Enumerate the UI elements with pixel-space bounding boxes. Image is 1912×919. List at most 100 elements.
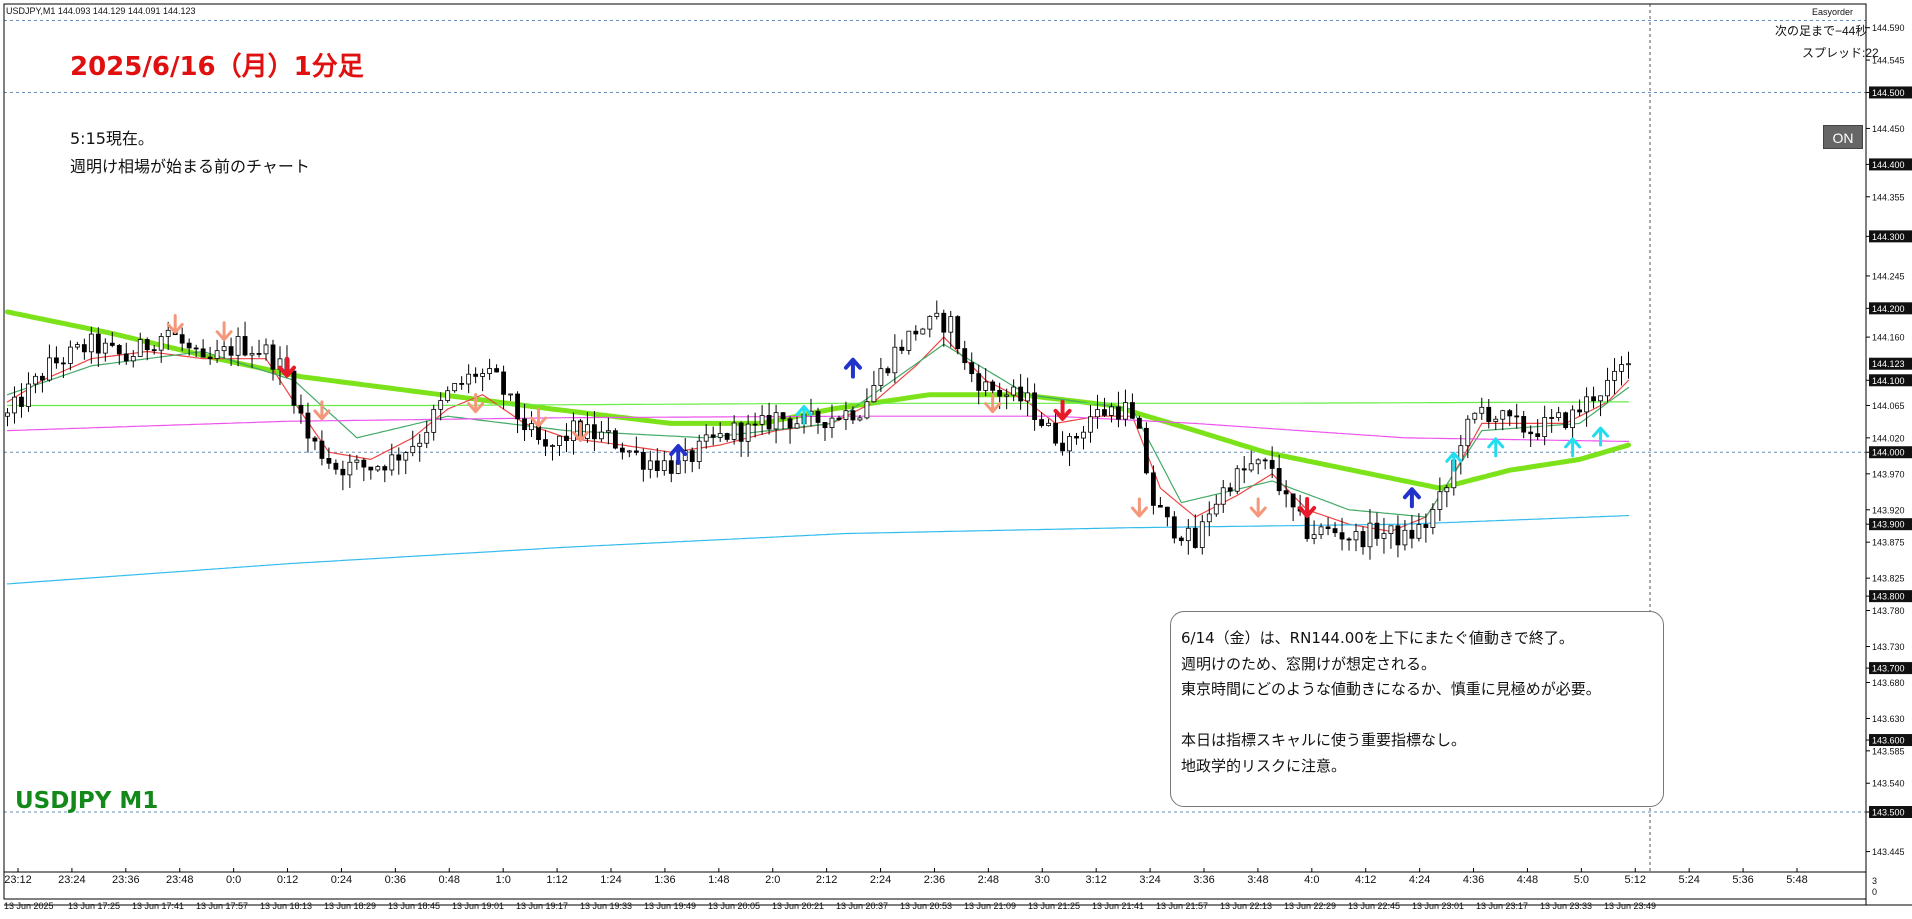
price-tick-label: 144.245 — [1872, 271, 1905, 281]
candle-body — [1074, 436, 1079, 439]
time-label: 5:24 — [1678, 874, 1699, 886]
time-label: 5:36 — [1732, 874, 1753, 886]
candle-body — [347, 461, 353, 476]
candle-body — [522, 418, 527, 431]
candle-body — [354, 459, 360, 463]
candle-body — [361, 459, 367, 468]
date-label: 13 Jun 2025 — [4, 901, 54, 911]
signal-arrow-up — [1592, 426, 1610, 447]
time-label: 0:24 — [331, 874, 352, 886]
candle-body — [962, 348, 968, 364]
time-label: 0:12 — [277, 874, 298, 886]
date-label: 13 Jun 21:09 — [964, 901, 1016, 911]
candle-body — [333, 462, 339, 470]
candle-body — [1060, 442, 1065, 452]
candle-body — [1416, 524, 1422, 539]
time-label: 3:48 — [1247, 874, 1268, 886]
candle-body — [480, 373, 486, 377]
candle-body — [249, 353, 255, 356]
time-label: 0:36 — [385, 874, 406, 886]
candle-body — [598, 431, 604, 440]
signal-arrow-up — [1402, 487, 1421, 509]
candle-body — [612, 430, 618, 449]
candle-body — [95, 333, 101, 354]
candle-body — [934, 312, 940, 317]
date-label: 13 Jun 17:57 — [196, 901, 248, 911]
date-label: 13 Jun 22:13 — [1220, 901, 1272, 911]
candle-body — [74, 344, 80, 348]
candle-body — [312, 437, 318, 442]
candle-body — [1248, 463, 1254, 471]
price-tick-label: 144.300 — [1872, 232, 1905, 242]
candle-body — [305, 412, 311, 439]
indicator-line — [6, 401, 1630, 407]
candle-body — [1486, 406, 1492, 422]
candle-body — [375, 466, 381, 471]
price-tick-label: 144.500 — [1872, 88, 1905, 98]
candle-body — [1095, 409, 1100, 418]
candle-body — [410, 445, 416, 454]
candle-body — [899, 346, 905, 351]
top-note-line: 週明け相場が始まる前のチャート — [70, 157, 310, 176]
candle-body — [836, 417, 842, 420]
candle-body — [424, 431, 430, 444]
candle-body — [689, 450, 695, 462]
candle-body — [1262, 459, 1268, 462]
candle-body — [941, 312, 947, 333]
candle-body — [920, 328, 926, 335]
time-label: 23:24 — [58, 874, 86, 886]
candle-body — [759, 415, 765, 425]
candle-body — [787, 418, 793, 429]
candle-body — [1584, 396, 1589, 413]
candle-body — [990, 381, 996, 391]
candle-body — [1241, 468, 1247, 471]
candle-body — [1521, 416, 1527, 433]
candle-body — [5, 412, 10, 417]
candle-body — [1598, 395, 1603, 402]
candle-body — [647, 460, 653, 470]
time-label: 1:36 — [654, 874, 675, 886]
candle-body — [1563, 412, 1569, 429]
time-label: 1:24 — [600, 874, 621, 886]
candle-body — [1479, 406, 1485, 414]
candle-body — [179, 334, 185, 344]
comment-line: 地政学的リスクに注意。 — [1181, 756, 1347, 775]
candle-body — [983, 381, 989, 391]
candle-body — [1472, 412, 1478, 420]
candle-body — [745, 423, 751, 442]
price-tick-label: 144.355 — [1872, 192, 1905, 202]
current-price-label: 144.123 — [1872, 359, 1905, 369]
candle-body — [710, 434, 716, 438]
signal-arrow-down — [1130, 497, 1148, 518]
time-label: 3:36 — [1193, 874, 1214, 886]
price-tick-label: 143.780 — [1872, 606, 1905, 616]
comment-line: 6/14（金）は、RN144.00を上下にまたぐ値動きで終了。 — [1181, 629, 1574, 647]
candle-body — [1234, 468, 1240, 492]
comment-line: 週明けのため、窓開けが想定される。 — [1181, 654, 1437, 673]
candle-body — [1192, 527, 1198, 548]
price-tick-label: 143.540 — [1872, 779, 1905, 789]
candle-body — [1556, 412, 1562, 418]
date-label: 13 Jun 20:21 — [772, 901, 824, 911]
candle-body — [130, 356, 136, 362]
time-label: 4:24 — [1409, 874, 1430, 886]
candle-body — [1004, 394, 1010, 397]
candle-body — [144, 339, 150, 351]
candle-body — [1109, 406, 1114, 416]
date-label: 13 Jun 20:05 — [708, 901, 760, 911]
signal-arrow-up — [843, 357, 862, 379]
candle-body — [1409, 529, 1415, 539]
date-label: 13 Jun 23:33 — [1540, 901, 1592, 911]
candle-body — [1353, 531, 1359, 541]
candle-body — [1528, 431, 1534, 435]
date-label: 13 Jun 20:53 — [900, 901, 952, 911]
candle-body — [822, 422, 828, 429]
candle-body — [1381, 533, 1387, 539]
price-tick-label: 143.445 — [1872, 847, 1905, 857]
candle-body — [67, 346, 73, 364]
date-label: 13 Jun 17:25 — [68, 901, 120, 911]
candle-body — [661, 460, 667, 472]
on-button[interactable]: ON — [1823, 125, 1863, 149]
time-label: 2:24 — [870, 874, 891, 886]
candle-body — [633, 450, 639, 453]
